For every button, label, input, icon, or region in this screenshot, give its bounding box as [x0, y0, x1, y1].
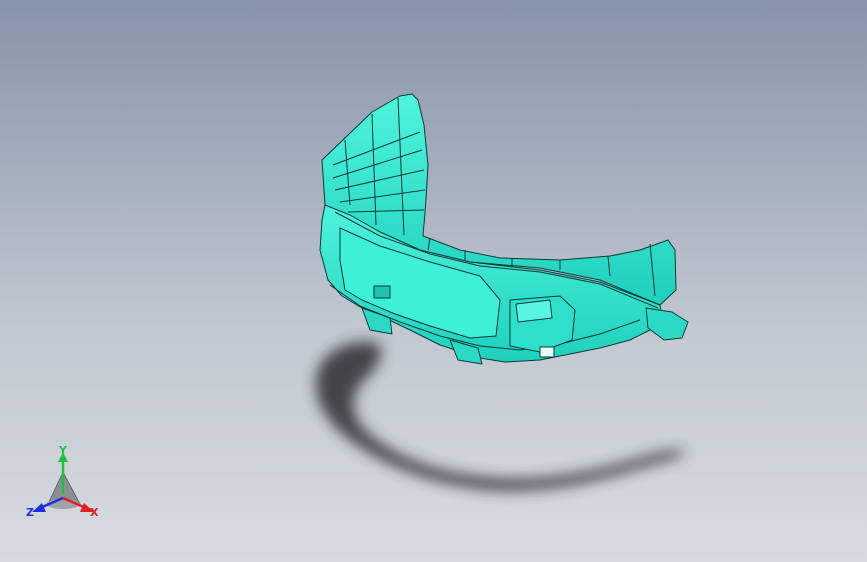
molded-part[interactable] — [319, 93, 689, 365]
part-right-block-slot — [515, 299, 553, 323]
part-clip-center — [373, 285, 391, 299]
cad-graphics-viewport[interactable]: Y X Z — [0, 0, 867, 562]
part-clip-right — [539, 346, 555, 358]
triad-y-label: Y — [58, 446, 68, 457]
triad-z-arrow — [32, 503, 46, 512]
model-shadow — [315, 341, 686, 491]
part-mount-bracket — [645, 307, 689, 341]
model-scene[interactable] — [0, 0, 867, 562]
triad-x-label: X — [90, 506, 99, 519]
orientation-triad: Y X Z — [26, 446, 99, 519]
triad-z-label: Z — [26, 506, 34, 519]
